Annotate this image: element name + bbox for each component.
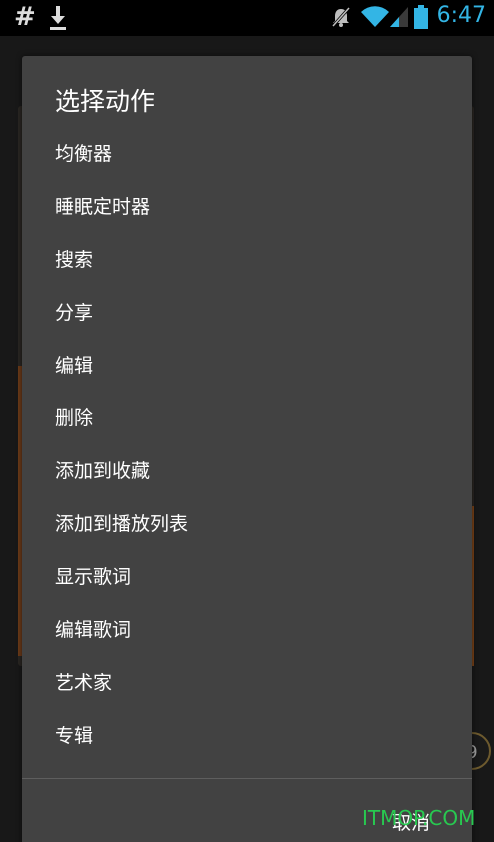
signal-icon [390, 7, 408, 27]
menu-item-edit[interactable]: 编辑 [22, 340, 472, 393]
download-icon [50, 6, 66, 30]
clock-time: 6:47 [436, 3, 486, 28]
menu-item-artist[interactable]: 艺术家 [22, 657, 472, 710]
menu-item-add-to-favorites[interactable]: 添加到收藏 [22, 445, 472, 498]
hash-icon: # [14, 2, 36, 32]
menu-item-search[interactable]: 搜索 [22, 234, 472, 287]
dialog-divider [22, 778, 472, 779]
wifi-icon [361, 6, 389, 27]
watermark-logo: ITMOP.COM [362, 806, 476, 830]
screen: # 6:47 9 选择动作 [0, 0, 494, 842]
menu-item-delete[interactable]: 删除 [22, 392, 472, 445]
status-bar: # 6:47 [0, 0, 494, 36]
battery-icon [414, 5, 428, 29]
menu-item-sleep-timer[interactable]: 睡眠定时器 [22, 181, 472, 234]
mute-icon [331, 7, 351, 27]
menu-item-add-to-playlist[interactable]: 添加到播放列表 [22, 498, 472, 551]
menu-item-share[interactable]: 分享 [22, 287, 472, 340]
menu-item-edit-lyrics[interactable]: 编辑歌词 [22, 604, 472, 657]
action-menu-list: 均衡器 睡眠定时器 搜索 分享 编辑 删除 添加到收藏 添加到播放列表 显示歌词… [22, 128, 472, 763]
menu-item-show-lyrics[interactable]: 显示歌词 [22, 551, 472, 604]
choose-action-dialog: 选择动作 均衡器 睡眠定时器 搜索 分享 编辑 删除 添加到收藏 添加到播放列表… [22, 56, 472, 842]
menu-item-album[interactable]: 专辑 [22, 710, 472, 763]
dialog-title: 选择动作 [55, 87, 156, 116]
menu-item-equalizer[interactable]: 均衡器 [22, 128, 472, 181]
